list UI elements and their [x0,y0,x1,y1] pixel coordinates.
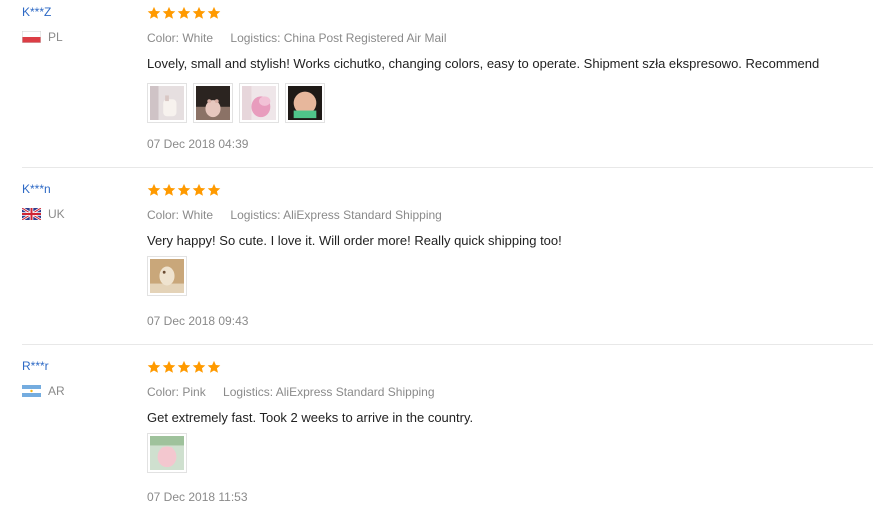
review-photos [147,433,193,473]
logistics-value: China Post Registered Air Mail [283,31,447,45]
star-rating [147,183,222,199]
color-value: Pink [182,385,206,399]
reviewer-name[interactable]: R***r [22,358,132,374]
photo-image [150,259,184,293]
star-rating [147,360,222,376]
review-text: Lovely, small and stylish! Works cichutk… [147,56,820,71]
review-meta: Color: White Logistics: AliExpress Stand… [147,208,442,222]
review-photos [147,256,193,296]
reviewer-country: PL [22,30,63,44]
review-photo-thumbnail[interactable] [193,83,233,123]
review-date: 07 Dec 2018 11:53 [147,490,248,504]
photo-image [196,86,230,120]
reviewer-name[interactable]: K***n [22,181,132,197]
star-icon [147,360,161,374]
review-date: 07 Dec 2018 09:43 [147,314,249,328]
star-icon [162,6,176,20]
star-icon [162,360,176,374]
review-text: Very happy! So cute. I love it. Will ord… [147,233,562,248]
photo-image [150,86,184,120]
review-photo-thumbnail[interactable] [285,83,325,123]
reviewer-country: AR [22,384,65,398]
photo-image [288,86,322,120]
color-label: Color: [147,385,180,399]
review-meta: Color: Pink Logistics: AliExpress Standa… [147,385,435,399]
logistics-value: AliExpress Standard Shipping [275,385,435,399]
logistics-label: Logistics: [230,208,281,222]
logistics-value: AliExpress Standard Shipping [283,208,442,222]
star-icon [177,6,191,20]
review-date: 07 Dec 2018 04:39 [147,137,249,151]
star-icon [192,6,206,20]
star-icon [162,183,176,197]
star-icon [207,360,221,374]
star-icon [192,183,206,197]
reviewer-name[interactable]: K***Z [22,4,132,20]
reviewer-info: R***r AR [22,358,132,398]
logistics-label: Logistics: [223,385,274,399]
country-code: PL [48,30,63,44]
review-photo-thumbnail[interactable] [147,83,187,123]
photo-image [242,86,276,120]
review-photo-thumbnail[interactable] [147,256,187,296]
star-icon [147,183,161,197]
flag-pl-icon [22,31,41,43]
star-icon [177,183,191,197]
star-rating [147,6,222,22]
color-value: White [182,31,214,45]
review-divider [22,167,873,168]
reviewer-info: K***Z PL [22,4,132,44]
star-icon [147,6,161,20]
flag-ar-icon [22,385,41,397]
color-label: Color: [147,31,180,45]
review-divider [22,344,873,345]
color-value: White [182,208,214,222]
country-code: UK [48,207,65,221]
flag-uk-icon [22,208,41,220]
star-icon [207,183,221,197]
review-meta: Color: White Logistics: China Post Regis… [147,31,447,45]
color-label: Color: [147,208,180,222]
star-icon [177,360,191,374]
reviewer-info: K***n UK [22,181,132,221]
review-photo-thumbnail[interactable] [147,433,187,473]
star-icon [207,6,221,20]
review-text: Get extremely fast. Took 2 weeks to arri… [147,410,474,425]
photo-image [150,436,184,470]
country-code: AR [48,384,65,398]
reviewer-country: UK [22,207,65,221]
star-icon [192,360,206,374]
review-photo-thumbnail[interactable] [239,83,279,123]
review-photos [147,83,331,123]
logistics-label: Logistics: [230,31,281,45]
